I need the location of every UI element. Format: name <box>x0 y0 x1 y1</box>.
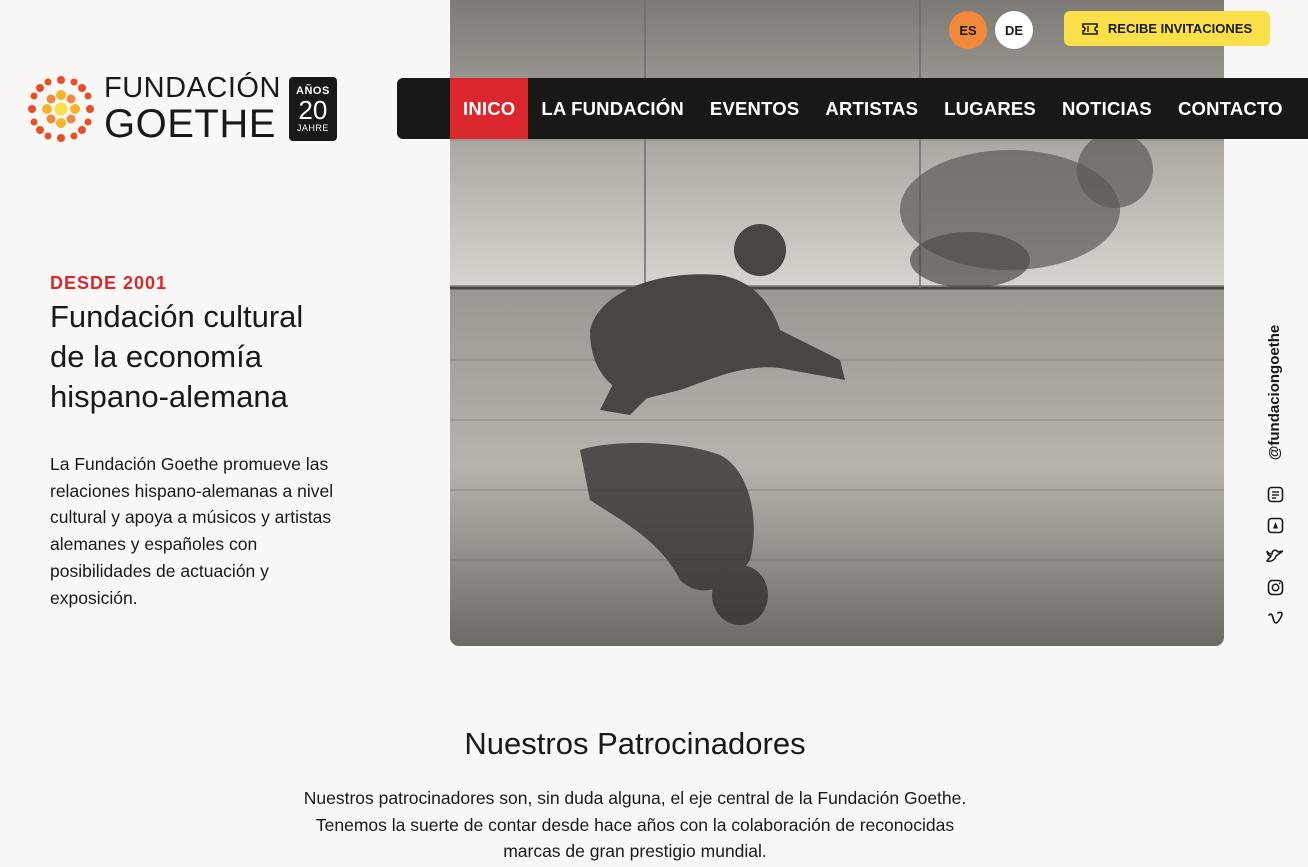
sponsors-line: Tenemos la suerte de contar desde hace a… <box>315 814 955 835</box>
sponsors-title: Nuestros Patrocinadores <box>464 726 806 761</box>
social-handle[interactable]: @fundaciongoethe <box>1261 318 1289 466</box>
ticket-icon <box>1082 22 1098 35</box>
nav-item-noticias[interactable]: NOTICIAS <box>1049 78 1165 139</box>
language-de-button[interactable]: DE <box>995 11 1033 49</box>
hero-intro: La Fundación Goethe promueve las relacio… <box>50 451 390 611</box>
nav-item-la-fundacion[interactable]: LA FUNDACIÓN <box>528 78 697 139</box>
headline-line: Fundación cultural <box>50 299 304 334</box>
tiktok-icon[interactable] <box>1265 515 1285 535</box>
hero-headline: Fundación cultural de la economía hispan… <box>50 297 390 417</box>
sponsors-line: Nuestros patrocinadores son, sin duda al… <box>303 788 967 808</box>
blog-icon[interactable] <box>1265 484 1285 504</box>
vimeo-icon[interactable] <box>1265 608 1285 628</box>
nav-item-contacto[interactable]: CONTACTO <box>1165 78 1296 139</box>
anniversary-badge: AÑOS 20 JAHRE <box>288 77 337 141</box>
invitations-button[interactable]: RECIBE INVITACIONES <box>1064 11 1270 46</box>
social-handle-text: @fundaciongoethe <box>1266 324 1284 460</box>
sponsors-line: marcas de gran prestigio mundial. <box>503 841 767 862</box>
badge-bottom: JAHRE <box>296 123 329 133</box>
language-es-button[interactable]: ES <box>949 11 987 49</box>
nav-item-inicio[interactable]: INICO <box>450 78 529 139</box>
twitter-icon[interactable] <box>1265 546 1285 566</box>
sponsors-text: Nuestros patrocinadores son, sin duda al… <box>255 785 1015 865</box>
invitations-label: RECIBE INVITACIONES <box>1107 21 1253 36</box>
logo-wordmark: FUNDACIÓN GOETHE <box>104 72 281 146</box>
nav-item-artistas[interactable]: ARTISTAS <box>812 78 931 139</box>
instagram-icon[interactable] <box>1265 577 1285 597</box>
intro-line: posibilidades de actuación y <box>50 560 269 581</box>
intro-line: cultural y apoya a músicos y artistas <box>50 507 332 528</box>
intro-line: alemanes y españoles con <box>50 534 258 555</box>
headline-line: de la economía <box>50 339 262 374</box>
intro-line: La Fundación Goethe promueve las <box>50 454 329 474</box>
eyebrow-since: DESDE 2001 <box>50 273 168 293</box>
nav-item-lugares[interactable]: LUGARES <box>931 78 1049 139</box>
site-logo[interactable]: FUNDACIÓN GOETHE AÑOS 20 JAHRE <box>26 74 337 144</box>
sun-dots-icon <box>28 76 94 142</box>
headline-line: hispano-alemana <box>50 379 288 414</box>
page: FUNDACIÓN GOETHE AÑOS 20 JAHRE ES DE REC… <box>0 0 1308 867</box>
intro-line: relaciones hispano-alemanas a nivel <box>50 480 334 501</box>
logo-line-2: GOETHE <box>104 102 276 146</box>
nav-item-eventos[interactable]: EVENTOS <box>697 78 812 139</box>
badge-number: 20 <box>298 95 328 125</box>
main-nav: INICO LA FUNDACIÓN EVENTOS ARTISTAS LUGA… <box>397 78 1308 139</box>
logo-line-1: FUNDACIÓN <box>104 72 281 104</box>
intro-line: exposición. <box>50 587 138 608</box>
